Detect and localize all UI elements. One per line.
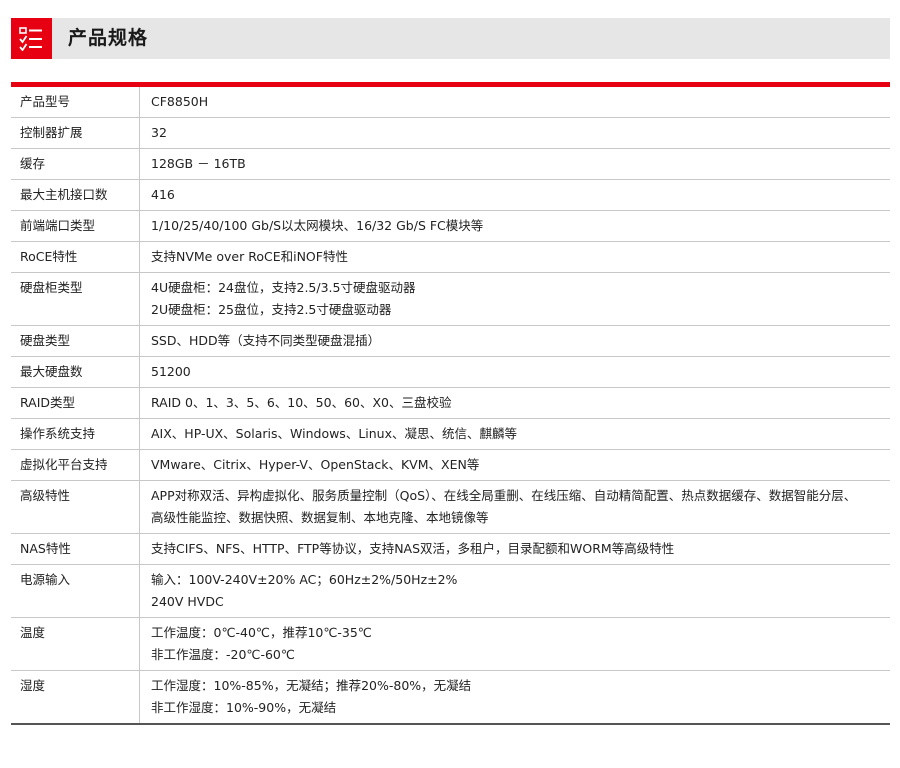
- spec-value-line: 非工作温度：-20℃-60℃: [151, 647, 295, 662]
- spec-key: 缓存: [11, 148, 140, 180]
- spec-table: 产品型号 CF8850H 控制器扩展 32 缓存 128GB － 16TB 最大主机接口数 4…: [11, 87, 890, 725]
- spec-value: 4U硬盘柜：24盘位，支持2.5/3.5寸硬盘驱动器 2U硬盘柜：25盘位，支持2…: [139, 272, 890, 326]
- spec-row: NAS特性 支持CIFS、NFS、HTTP、FTP等协议，支持NAS双活，多租户，…: [11, 533, 890, 565]
- spec-key: 最大主机接口数: [11, 179, 140, 211]
- checklist-icon: [11, 18, 52, 59]
- spec-value: APP对称双活、异构虚拟化、服务质量控制（QoS）、在线全局重删、在线压缩、自动…: [139, 480, 890, 534]
- spec-value: AIX、HP-UX、Solaris、Windows、Linux、凝思、统信、麒麟…: [139, 418, 890, 450]
- spec-value-line: RAID 0、1、3、5、6、10、50、60、X0、三盘校验: [151, 395, 452, 410]
- spec-value-line: 工作温度：0℃-40℃，推荐10℃-35℃: [151, 625, 372, 640]
- spec-row: 最大主机接口数 416: [11, 179, 890, 211]
- spec-key: 前端端口类型: [11, 210, 140, 242]
- spec-key: NAS特性: [11, 533, 140, 565]
- spec-key: 控制器扩展: [11, 117, 140, 149]
- spec-value: 128GB － 16TB: [139, 148, 890, 180]
- spec-row: 缓存 128GB － 16TB: [11, 148, 890, 180]
- spec-key: 虚拟化平台支持: [11, 449, 140, 481]
- spec-row: 硬盘类型 SSD、HDD等（支持不同类型硬盘混插）: [11, 325, 890, 357]
- spec-row: RoCE特性 支持NVMe over RoCE和iNOF特性: [11, 241, 890, 273]
- spec-value: 输入：100V-240V±20% AC；60Hz±2%/50Hz±2% 240V …: [139, 564, 890, 618]
- spec-key: RAID类型: [11, 387, 140, 419]
- spec-value-line: 128GB － 16TB: [151, 156, 246, 171]
- spec-value: 1/10/25/40/100 Gb/S以太网模块、16/32 Gb/S FC模块…: [139, 210, 890, 242]
- spec-key: 电源输入: [11, 564, 140, 618]
- spec-value-line: 高级性能监控、数据快照、数据复制、本地克隆、本地镜像等: [151, 510, 489, 525]
- spec-key: 硬盘柜类型: [11, 272, 140, 326]
- spec-row: 电源输入 输入：100V-240V±20% AC；60Hz±2%/50Hz±2% 2…: [11, 564, 890, 618]
- spec-value-line: 2U硬盘柜：25盘位，支持2.5寸硬盘驱动器: [151, 302, 392, 317]
- spec-row: 操作系统支持 AIX、HP-UX、Solaris、Windows、Linux、凝思…: [11, 418, 890, 450]
- spec-value: SSD、HDD等（支持不同类型硬盘混插）: [139, 325, 890, 357]
- spec-key: 高级特性: [11, 480, 140, 534]
- spec-row: 控制器扩展 32: [11, 117, 890, 149]
- spec-value-line: SSD、HDD等（支持不同类型硬盘混插）: [151, 333, 381, 348]
- spec-key: RoCE特性: [11, 241, 140, 273]
- spec-value: 416: [139, 179, 890, 211]
- spec-value-line: 支持CIFS、NFS、HTTP、FTP等协议，支持NAS双活，多租户，目录配额和…: [151, 541, 675, 556]
- spec-row: RAID类型 RAID 0、1、3、5、6、10、50、60、X0、三盘校验: [11, 387, 890, 419]
- spec-row: 最大硬盘数 51200: [11, 356, 890, 388]
- spec-value: 32: [139, 117, 890, 149]
- spec-value: 支持CIFS、NFS、HTTP、FTP等协议，支持NAS双活，多租户，目录配额和…: [139, 533, 890, 565]
- spec-key: 操作系统支持: [11, 418, 140, 450]
- spec-value-line: 非工作湿度：10%-90%，无凝结: [151, 700, 337, 715]
- spec-value-line: AIX、HP-UX、Solaris、Windows、Linux、凝思、统信、麒麟…: [151, 426, 518, 441]
- spec-value-line: 416: [151, 187, 175, 202]
- spec-value-line: 4U硬盘柜：24盘位，支持2.5/3.5寸硬盘驱动器: [151, 280, 416, 295]
- spec-row: 虚拟化平台支持 VMware、Citrix、Hyper-V、OpenStack、K…: [11, 449, 890, 481]
- spec-value: CF8850H: [139, 87, 890, 118]
- spec-value: 工作湿度：10%-85%，无凝结；推荐20%-80%，无凝结 非工作湿度：10%-…: [139, 670, 890, 725]
- spec-value: RAID 0、1、3、5、6、10、50、60、X0、三盘校验: [139, 387, 890, 419]
- spec-key: 最大硬盘数: [11, 356, 140, 388]
- spec-row: 温度 工作温度：0℃-40℃，推荐10℃-35℃ 非工作温度：-20℃-60℃: [11, 617, 890, 671]
- spec-row: 硬盘柜类型 4U硬盘柜：24盘位，支持2.5/3.5寸硬盘驱动器 2U硬盘柜：25盘…: [11, 272, 890, 326]
- spec-value-line: VMware、Citrix、Hyper-V、OpenStack、KVM、XEN等: [151, 457, 480, 472]
- spec-value: VMware、Citrix、Hyper-V、OpenStack、KVM、XEN等: [139, 449, 890, 481]
- spec-value-line: 工作湿度：10%-85%，无凝结；推荐20%-80%，无凝结: [151, 678, 472, 693]
- spec-key: 硬盘类型: [11, 325, 140, 357]
- spec-row: 湿度 工作湿度：10%-85%，无凝结；推荐20%-80%，无凝结 非工作湿度：10…: [11, 670, 890, 725]
- spec-value-line: 240V HVDC: [151, 594, 224, 609]
- spec-row: 高级特性 APP对称双活、异构虚拟化、服务质量控制（QoS）、在线全局重删、在线压…: [11, 480, 890, 534]
- spec-value: 支持NVMe over RoCE和iNOF特性: [139, 241, 890, 273]
- spec-row: 产品型号 CF8850H: [11, 87, 890, 118]
- spec-value-line: 1/10/25/40/100 Gb/S以太网模块、16/32 Gb/S FC模块…: [151, 218, 484, 233]
- spec-value-line: CF8850H: [151, 94, 209, 109]
- spec-value-line: 输入：100V-240V±20% AC；60Hz±2%/50Hz±2%: [151, 572, 458, 587]
- section-title: 产品规格: [68, 27, 149, 49]
- spec-value-line: 51200: [151, 364, 191, 379]
- spec-value-line: 支持NVMe over RoCE和iNOF特性: [151, 249, 348, 264]
- spec-key: 温度: [11, 617, 140, 671]
- spec-key: 湿度: [11, 670, 140, 725]
- spec-value: 工作温度：0℃-40℃，推荐10℃-35℃ 非工作温度：-20℃-60℃: [139, 617, 890, 671]
- spec-row: 前端端口类型 1/10/25/40/100 Gb/S以太网模块、16/32 Gb/…: [11, 210, 890, 242]
- spec-value: 51200: [139, 356, 890, 388]
- spec-value-line: APP对称双活、异构虚拟化、服务质量控制（QoS）、在线全局重删、在线压缩、自动…: [151, 488, 857, 503]
- spec-key: 产品型号: [11, 87, 140, 118]
- spec-value-line: 32: [151, 125, 167, 140]
- section-header: 产品规格: [11, 18, 890, 59]
